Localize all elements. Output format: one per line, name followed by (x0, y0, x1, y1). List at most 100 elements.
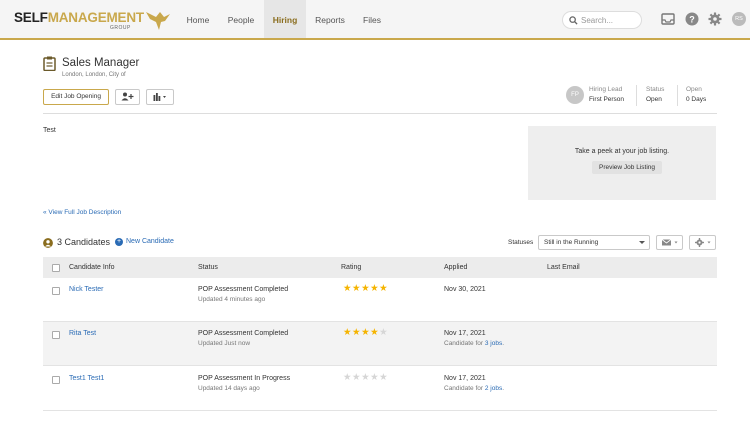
star-icon[interactable]: ★ (379, 372, 388, 383)
job-clipboard-icon (43, 56, 56, 71)
status-value: Open (646, 96, 662, 103)
logo-wordmark: SELFMANAGEMENT (14, 10, 144, 25)
svg-text:?: ? (689, 14, 695, 24)
nav-people[interactable]: People (220, 0, 262, 38)
new-candidate-link[interactable]: New Candidate (126, 238, 174, 245)
settings-dropdown-button[interactable] (689, 235, 716, 250)
column-status[interactable]: Status (198, 264, 218, 271)
hiring-lead-label: Hiring Lead (589, 86, 623, 93)
open-days-value: 0 Days (686, 96, 707, 103)
meta-divider (677, 85, 678, 106)
star-icon[interactable]: ★ (352, 372, 361, 383)
rating-stars[interactable]: ★★★★★ (343, 373, 388, 383)
eagle-logo-icon (146, 12, 170, 30)
search-input[interactable] (581, 14, 639, 27)
star-icon[interactable]: ★ (361, 327, 370, 338)
user-avatar[interactable]: RS (732, 12, 746, 26)
row-checkbox[interactable] (52, 331, 60, 339)
preview-listing-text: Take a peek at your job listing. (574, 148, 670, 155)
candidate-status: POP Assessment Completed (198, 330, 289, 337)
candidate-name-link[interactable]: Rita Test (69, 330, 96, 337)
candidate-updated: Updated Just now (198, 340, 251, 347)
table-row: Test1 Test1 POP Assessment In Progress U… (43, 367, 717, 411)
candidate-jobs-link[interactable]: 3 jobs (485, 340, 502, 347)
plus-circle-icon[interactable]: + (115, 238, 123, 246)
nav-hiring[interactable]: Hiring (264, 0, 306, 38)
candidate-status: POP Assessment In Progress (198, 375, 291, 382)
nav-files[interactable]: Files (354, 0, 390, 38)
star-icon[interactable]: ★ (352, 283, 361, 294)
status-label: Status (646, 86, 665, 93)
preview-job-listing-button[interactable]: Preview Job Listing (592, 161, 662, 174)
nav-home[interactable]: Home (178, 0, 218, 38)
star-icon[interactable]: ★ (352, 327, 361, 338)
settings-gear-icon[interactable] (708, 12, 722, 26)
edit-job-opening-button[interactable]: Edit Job Opening (43, 89, 109, 105)
envelope-icon (661, 239, 678, 246)
star-icon[interactable]: ★ (361, 372, 370, 383)
hiring-lead-value: First Person (589, 96, 625, 103)
header-divider (43, 113, 717, 114)
job-location: London, London, City of (62, 72, 126, 78)
job-title: Sales Manager (62, 57, 140, 69)
reports-dropdown-button[interactable] (146, 89, 174, 105)
inbox-icon[interactable] (661, 12, 675, 26)
nav-reports[interactable]: Reports (308, 0, 352, 38)
row-checkbox[interactable] (52, 287, 60, 295)
candidates-count: 3 Candidates (57, 237, 111, 247)
meta-divider (636, 85, 637, 106)
rating-stars[interactable]: ★★★★★ (343, 284, 388, 294)
search-icon (569, 16, 578, 25)
select-all-checkbox[interactable] (52, 264, 60, 272)
candidates-table-header: Candidate Info Status Rating Applied Las… (43, 257, 717, 278)
row-checkbox[interactable] (52, 376, 60, 384)
search-box[interactable] (562, 11, 642, 29)
applied-date: Nov 17, 2021 (444, 330, 486, 337)
top-nav-bar: SELFMANAGEMENT GROUP Home People Hiring … (0, 0, 750, 40)
candidate-for-text: Candidate for 3 jobs. (444, 340, 505, 347)
star-icon[interactable]: ★ (343, 372, 352, 383)
table-row: Nick Tester POP Assessment Completed Upd… (43, 278, 717, 322)
star-icon[interactable]: ★ (370, 283, 379, 294)
help-icon[interactable]: ? (685, 12, 699, 26)
add-person-icon (121, 92, 134, 101)
table-row: Rita Test POP Assessment Completed Updat… (43, 322, 717, 366)
star-icon[interactable]: ★ (379, 283, 388, 294)
view-full-description-link[interactable]: « View Full Job Description (43, 209, 121, 216)
add-candidate-person-button[interactable] (115, 89, 140, 105)
star-icon[interactable]: ★ (370, 327, 379, 338)
preview-listing-panel: Take a peek at your job listing. Preview… (528, 126, 716, 200)
candidate-status: POP Assessment Completed (198, 286, 289, 293)
candidate-updated: Updated 4 minutes ago (198, 296, 266, 303)
star-icon[interactable]: ★ (343, 327, 352, 338)
candidate-name-link[interactable]: Test1 Test1 (69, 375, 104, 382)
applied-date: Nov 17, 2021 (444, 375, 486, 382)
candidate-updated: Updated 14 days ago (198, 385, 260, 392)
statuses-select[interactable]: Still in the Running (538, 235, 650, 250)
job-description: Test (43, 127, 56, 134)
star-icon[interactable]: ★ (343, 283, 352, 294)
view-full-description-text: View Full Job Description (48, 209, 122, 216)
hiring-lead-avatar: FP (566, 86, 584, 104)
star-icon[interactable]: ★ (379, 327, 388, 338)
star-icon[interactable]: ★ (370, 372, 379, 383)
candidate-name-link[interactable]: Nick Tester (69, 286, 104, 293)
bar-chart-icon (153, 92, 166, 101)
logo-subtitle: GROUP (110, 25, 131, 31)
column-applied[interactable]: Applied (444, 264, 467, 271)
chevron-down-icon (639, 241, 645, 244)
statuses-label: Statuses (508, 239, 534, 246)
star-icon[interactable]: ★ (361, 283, 370, 294)
column-last-email[interactable]: Last Email (547, 264, 580, 271)
rating-stars[interactable]: ★★★★★ (343, 328, 388, 338)
statuses-selected-value: Still in the Running (544, 239, 599, 246)
candidate-for-text: Candidate for 2 jobs. (444, 385, 505, 392)
column-rating[interactable]: Rating (341, 264, 361, 271)
email-dropdown-button[interactable] (656, 235, 683, 250)
gear-icon (695, 238, 711, 247)
candidates-person-icon (43, 238, 53, 248)
column-candidate-info[interactable]: Candidate Info (69, 264, 115, 271)
candidate-jobs-link[interactable]: 2 jobs (485, 385, 502, 392)
applied-date: Nov 30, 2021 (444, 286, 486, 293)
open-days-label: Open (686, 86, 702, 93)
